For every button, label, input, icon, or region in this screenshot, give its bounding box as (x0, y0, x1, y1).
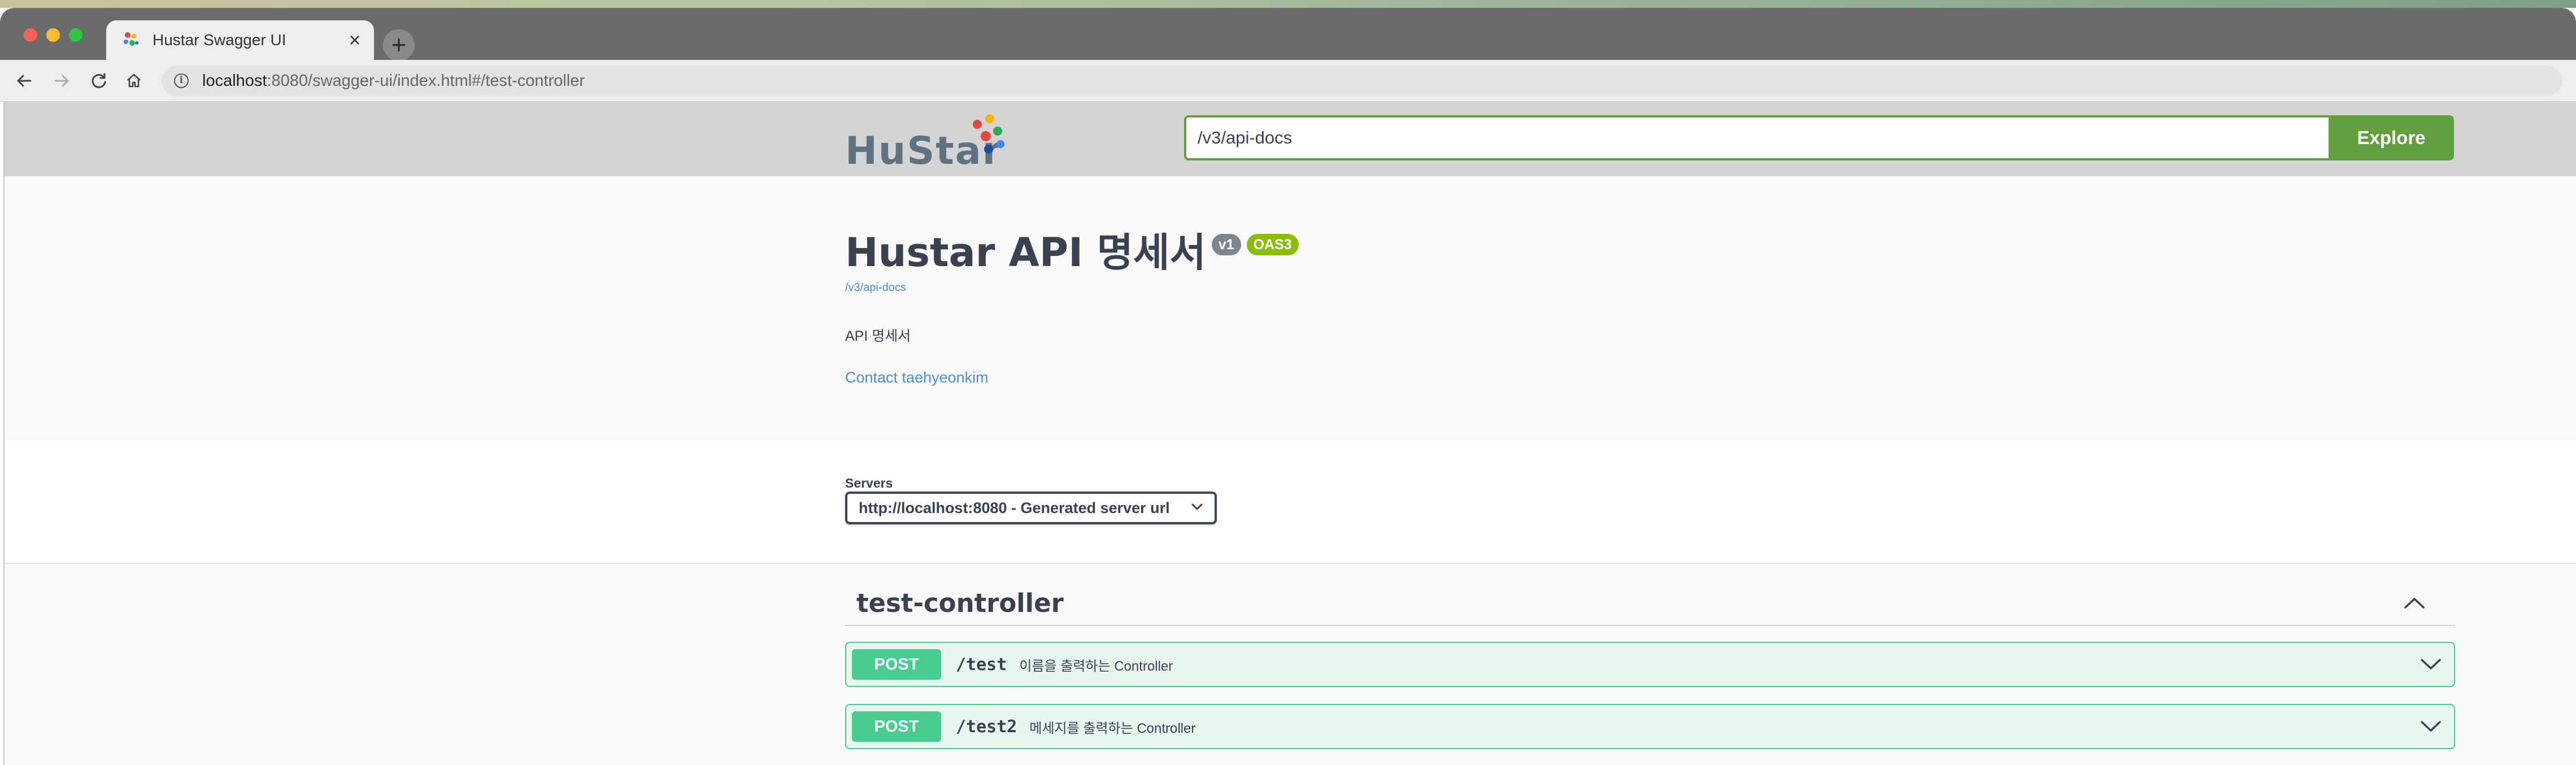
api-title-row: Hustar API 명세서 v1 OAS3 (845, 231, 2456, 275)
logo-dot (985, 114, 994, 123)
server-select[interactable]: http://localhost:8080 - Generated server… (845, 492, 1217, 524)
desktop-menu-strip (0, 0, 2576, 8)
method-badge: POST (852, 711, 941, 742)
minimize-window-button[interactable] (46, 28, 60, 42)
address-bar[interactable]: i localhost:8080/swagger-ui/index.html#/… (162, 66, 2562, 96)
chevron-up-icon[interactable] (2397, 586, 2431, 620)
tab-strip: Hustar Swagger UI × + (0, 8, 2576, 61)
back-arrow-icon[interactable] (11, 68, 37, 94)
browser-toolbar: i localhost:8080/swagger-ui/index.html#/… (0, 60, 2576, 102)
close-window-button[interactable] (24, 28, 37, 42)
operation-path: /test (956, 654, 1007, 675)
swagger-topbar: HuStar Explore (5, 102, 2576, 176)
site-info-icon[interactable]: i (174, 73, 189, 88)
servers-label: Servers (845, 476, 893, 490)
tab-title: Hustar Swagger UI (153, 31, 286, 49)
close-tab-icon[interactable]: × (343, 29, 366, 51)
operation-post-test[interactable]: POST /test 이름을 출력하는 Controller (845, 642, 2455, 687)
tag-name: test-controller (856, 588, 1064, 618)
logo-dot (993, 127, 1002, 136)
server-select-value: http://localhost:8080 - Generated server… (859, 499, 1170, 516)
spec-url-input[interactable] (1184, 115, 2329, 160)
operations-section: test-controller POST /test 이름을 출력하는 Cont… (5, 564, 2576, 765)
api-description: API 명세서 (845, 328, 911, 344)
logo-dot (973, 120, 982, 129)
chevron-down-icon (1191, 503, 1203, 514)
url-path: :8080/swagger-ui/index.html#/test-contro… (267, 71, 585, 90)
operation-summary: 메세지를 출력하는 Controller (1029, 720, 1196, 736)
oas-badge: OAS3 (1246, 234, 1299, 255)
servers-section: Servers http://localhost:8080 - Generate… (5, 441, 2576, 564)
api-title: Hustar API 명세서 (845, 229, 1206, 276)
swagger-favicon-icon (121, 31, 140, 50)
logo-dot (997, 140, 1004, 148)
forward-arrow-icon[interactable] (49, 68, 75, 94)
explore-button[interactable]: Explore (2329, 115, 2454, 160)
new-tab-button[interactable]: + (383, 29, 415, 61)
operation-path: /test2 (956, 716, 1017, 737)
home-icon[interactable] (121, 68, 147, 94)
spec-url-form: Explore (1184, 115, 2454, 163)
logo-text: HuStar (845, 129, 1003, 173)
logo-dot (981, 131, 991, 141)
browser-window: Hustar Swagger UI × + i localhost:8080/s… (0, 8, 2576, 765)
contact-link[interactable]: Contact taehyeonkim (845, 369, 2456, 386)
browser-tab-active[interactable]: Hustar Swagger UI × (106, 20, 374, 60)
api-info-section: Hustar API 명세서 v1 OAS3 /v3/api-docs API … (5, 176, 2576, 441)
page-viewport: HuStar Explore Hustar API 명세서 v1 OAS3 (3, 102, 2576, 765)
version-badge: v1 (1211, 234, 1241, 255)
logo-dot (984, 145, 993, 154)
maximize-window-button[interactable] (69, 28, 82, 42)
chevron-down-icon[interactable] (2417, 712, 2445, 741)
operation-summary: 이름을 출력하는 Controller (1019, 658, 1173, 674)
method-badge: POST (852, 649, 941, 680)
hustar-logo[interactable]: HuStar (845, 112, 1015, 173)
tag-header-test-controller[interactable]: test-controller (845, 581, 2455, 626)
operation-post-test2[interactable]: POST /test2 메세지를 출력하는 Controller (845, 704, 2455, 749)
api-docs-link[interactable]: /v3/api-docs (845, 281, 2456, 294)
reload-icon[interactable] (86, 68, 112, 94)
url-host: localhost (202, 71, 267, 90)
chevron-down-icon[interactable] (2417, 650, 2445, 679)
